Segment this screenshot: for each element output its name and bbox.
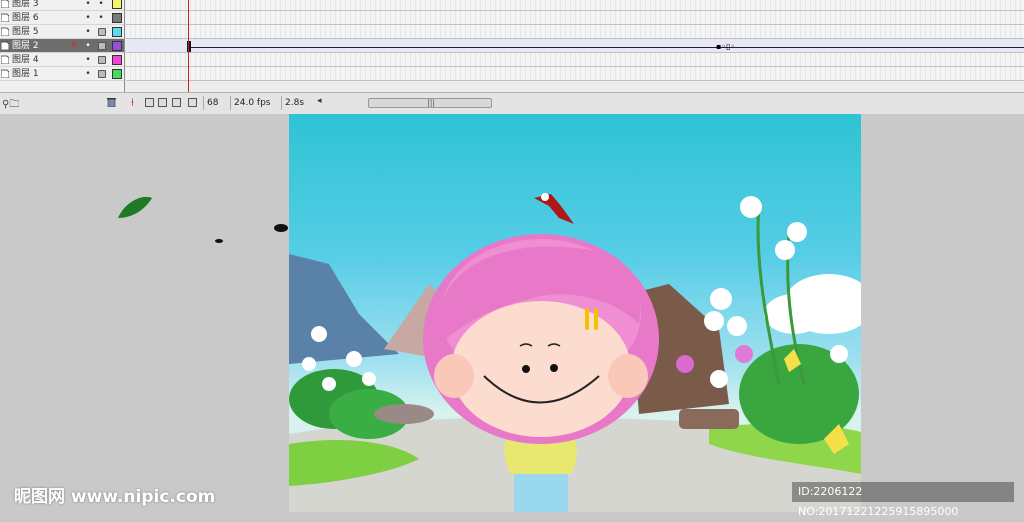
frame-row-selected[interactable] — [126, 39, 1024, 53]
lock-icon[interactable] — [98, 42, 106, 50]
edit-multiple-frames-icon[interactable] — [172, 98, 181, 107]
layer-name: 图层 1 — [12, 69, 39, 79]
modify-markers-icon[interactable] — [188, 98, 197, 107]
add-layer-icon[interactable]: ⚲🗀 — [2, 97, 19, 114]
frame-row[interactable] — [126, 53, 1024, 67]
elapsed-time-field: 2.8s — [281, 96, 307, 110]
timeline-scrollbar[interactable]: ||| — [368, 98, 492, 108]
frames-grid[interactable]: ▪◦▯◦ — [126, 0, 1024, 84]
cartoon-scene-illustration — [289, 193, 861, 512]
visibility-dot-icon[interactable]: • — [85, 0, 91, 11]
frame-row[interactable] — [126, 67, 1024, 81]
center-frame-icon[interactable]: ⍿ — [131, 96, 134, 110]
timeline-panel: 图层 3 • • 图层 6 • • 图层 5 • 图层 2 ✗ • 图层 4 •… — [0, 0, 1024, 114]
id-watermark: ID:2206122 NO:20171221225915895000 — [792, 482, 1014, 518]
layer-color-swatch[interactable] — [112, 0, 122, 9]
layer-page-icon — [1, 13, 9, 22]
layer-row-selected[interactable]: 图层 2 ✗ • — [0, 39, 124, 53]
visibility-dot-icon[interactable]: • — [85, 53, 91, 67]
layer-row[interactable]: 图层 3 • • — [0, 0, 124, 11]
black-dot-shape[interactable] — [272, 222, 290, 234]
lock-dot-icon[interactable]: • — [98, 0, 104, 11]
layer-page-icon — [1, 69, 9, 78]
visibility-dot-icon[interactable]: • — [85, 67, 91, 81]
frame-row[interactable] — [126, 11, 1024, 25]
layer-page-icon — [1, 27, 9, 36]
layer-row[interactable]: 图层 6 • • — [0, 11, 124, 25]
layer-row[interactable]: 图层 1 • — [0, 67, 124, 81]
layer-color-swatch[interactable] — [112, 41, 122, 51]
layer-name: 图层 2 — [12, 41, 39, 51]
visibility-dot-icon[interactable]: • — [85, 11, 91, 25]
visibility-dot-icon[interactable]: • — [85, 25, 91, 39]
timeline-toolbar: ⚲🗀 ⍿ 68 24.0 fps 2.8s ◂ ||| — [0, 92, 1024, 114]
layer-color-swatch[interactable] — [112, 27, 122, 37]
layer-name: 图层 3 — [12, 0, 39, 9]
visibility-dot-icon[interactable]: • — [85, 39, 91, 53]
motion-tween-line — [188, 47, 1024, 48]
frame-row[interactable] — [126, 25, 1024, 39]
layer-row[interactable]: 图层 5 • — [0, 25, 124, 39]
frame-rate-field: 24.0 fps — [230, 96, 273, 110]
layer-row[interactable]: 图层 4 • — [0, 53, 124, 67]
layer-name: 图层 6 — [12, 13, 39, 23]
layer-page-icon — [1, 55, 9, 64]
black-dot-shape[interactable] — [214, 238, 224, 244]
frame-row[interactable] — [126, 0, 1024, 11]
scroll-left-arrow-icon[interactable]: ◂ — [317, 96, 322, 106]
layer-name: 图层 5 — [12, 27, 39, 37]
pencil-icon: ✗ — [70, 40, 79, 51]
layer-color-swatch[interactable] — [112, 13, 122, 23]
onion-outline-icon[interactable] — [158, 98, 167, 107]
layer-page-icon — [1, 0, 9, 8]
lock-dot-icon[interactable]: • — [98, 11, 104, 25]
trash-icon[interactable] — [107, 97, 116, 107]
keyframe-marker[interactable]: ▪◦▯◦ — [716, 42, 738, 51]
onion-skin-icon[interactable] — [145, 98, 154, 107]
layer-color-swatch[interactable] — [112, 55, 122, 65]
stage-canvas[interactable] — [289, 114, 861, 512]
leaf-shape[interactable] — [116, 194, 156, 224]
scroll-grip-icon: ||| — [427, 98, 436, 107]
playhead[interactable] — [188, 0, 189, 100]
lock-icon[interactable] — [98, 56, 106, 64]
layer-page-icon — [1, 41, 9, 50]
current-frame-field: 68 — [203, 96, 221, 110]
lock-icon[interactable] — [98, 70, 106, 78]
lock-icon[interactable] — [98, 28, 106, 36]
layer-color-swatch[interactable] — [112, 69, 122, 79]
layer-name: 图层 4 — [12, 55, 39, 65]
site-watermark: 昵图网 www.nipic.com — [14, 487, 216, 507]
